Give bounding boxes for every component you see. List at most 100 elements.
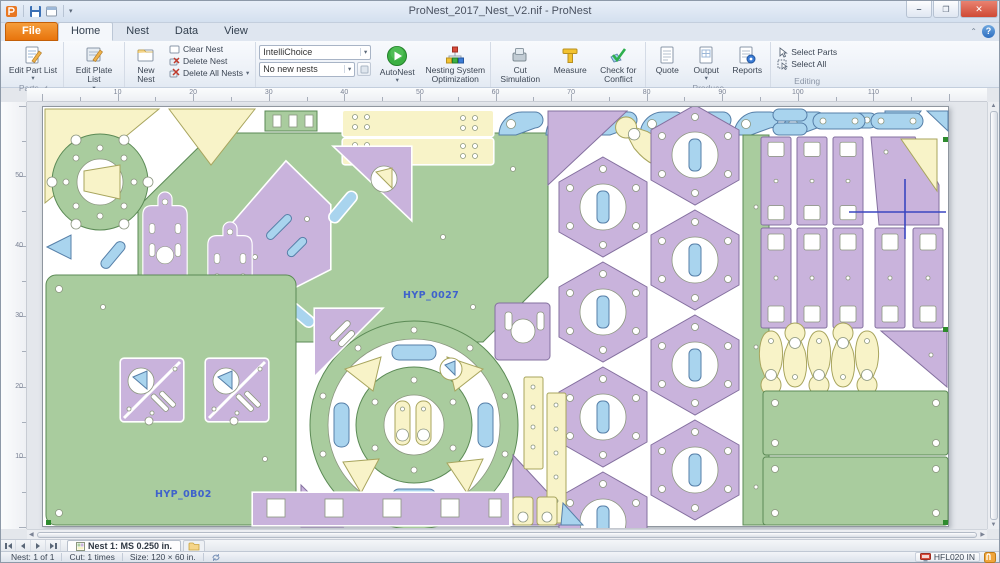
delete-all-nests-button[interactable]: Delete All Nests ▾	[166, 68, 252, 79]
pronest-window: ▾ ProNest_2017_Nest_V2.nif - ProNest Fil…	[0, 0, 1000, 563]
ribbon-tab-row: File Home Nest Data View	[1, 21, 999, 41]
new-nest-button[interactable]: New Nest	[128, 43, 164, 86]
nest-thumbnail-icon	[76, 541, 85, 551]
nest-drawing: HYP_0027 HYP_0B02	[44, 106, 949, 528]
dropdown-arrow-icon: ▾	[246, 70, 250, 78]
tab-data[interactable]: Data	[162, 22, 211, 41]
group-automatic-nesting: IntelliChoice ▾ No new nests ▾ AutoNest ▾ N…	[256, 41, 492, 96]
edit-part-list-icon	[25, 46, 42, 64]
nesting-system-optimization-button[interactable]: Nesting System Optimization	[423, 43, 487, 86]
vertical-ruler: 50 40 30 20 10	[1, 101, 27, 529]
cut-simulation-button[interactable]: Cut Simulation	[494, 43, 546, 86]
edit-part-list-button[interactable]: Edit Part List ▾	[6, 43, 60, 83]
check-for-conflict-button[interactable]: Check for Conflict	[594, 43, 642, 86]
nest-tab-bar: Nest 1: MS 0.250 in.	[1, 539, 999, 551]
group-nests: New Nest Clear Nest Delete Nest Delete A…	[125, 41, 257, 96]
tab-home[interactable]: Home	[57, 21, 114, 41]
pronest-tray-icon[interactable]	[984, 551, 996, 563]
quick-access-toolbar: ▾	[1, 5, 73, 18]
scroll-right-icon[interactable]: ▶	[978, 530, 987, 539]
edit-plate-list-button[interactable]: Edit Plate List▾	[67, 43, 121, 93]
select-parts-button[interactable]: Select Parts	[774, 46, 840, 58]
chevron-down-icon: ▾	[360, 48, 367, 57]
collapse-ribbon-icon[interactable]	[970, 27, 977, 36]
plate[interactable]: HYP_0027 HYP_0B02	[42, 105, 949, 528]
scroll-down-icon[interactable]: ▼	[989, 521, 999, 529]
vertical-scrollbar[interactable]: ▲ ▼	[987, 101, 999, 529]
edit-plate-list-icon	[86, 47, 103, 62]
divider	[63, 5, 64, 18]
save-icon[interactable]	[29, 5, 42, 18]
clear-nest-icon	[169, 45, 180, 54]
select-parts-cursor-icon	[779, 46, 789, 58]
scroll-up-icon[interactable]: ▲	[989, 102, 999, 110]
cut-simulation-icon	[512, 47, 527, 62]
title-bar: ▾ ProNest_2017_Nest_V2.nif - ProNest	[1, 1, 999, 23]
qat-dropdown-icon[interactable]: ▾	[69, 7, 73, 15]
group-verify: Cut Simulation Measure Check for Conflic…	[491, 41, 647, 96]
delete-nest-button[interactable]: Delete Nest	[166, 56, 252, 67]
autonest-button[interactable]: AutoNest ▾	[373, 43, 421, 85]
quote-button[interactable]: Quote	[649, 43, 685, 76]
nest-label-hyp0027: HYP_0027	[403, 290, 459, 301]
sync-icon	[212, 553, 220, 561]
window-controls	[906, 1, 999, 22]
status-plate-size: Size: 120 × 60 in.	[129, 552, 196, 562]
nest-label-hyp0b02: HYP_0B02	[155, 489, 212, 500]
previous-nest-button[interactable]	[16, 540, 31, 551]
refresh-status-button[interactable]	[204, 553, 228, 562]
export-icon[interactable]	[45, 5, 58, 18]
reports-button[interactable]: Reports	[727, 43, 767, 76]
tab-nest[interactable]: Nest	[113, 22, 162, 41]
output-icon	[699, 46, 713, 64]
select-all-icon	[777, 59, 789, 70]
dropdown-arrow-icon: ▾	[704, 75, 708, 83]
group-plates: Edit Plate List▾ Plates	[64, 41, 125, 103]
autonest-play-icon	[387, 45, 408, 66]
output-button[interactable]: Output ▾	[687, 43, 725, 83]
quote-icon	[660, 46, 674, 64]
reports-icon	[739, 46, 756, 64]
clear-nest-button[interactable]: Clear Nest	[166, 44, 252, 55]
horizontal-ruler: 10 20 30 40 50 60 70 80 90 100 110	[27, 87, 987, 102]
scroll-left-icon[interactable]: ◀	[27, 530, 36, 539]
delete-all-nests-icon	[169, 68, 180, 78]
first-nest-button[interactable]	[1, 540, 16, 551]
restore-button[interactable]	[933, 1, 959, 18]
new-nest-tab-button[interactable]	[183, 540, 206, 551]
nest-tab-active[interactable]: Nest 1: MS 0.250 in.	[67, 540, 182, 551]
status-cut-times: Cut: 1 times	[69, 552, 115, 562]
select-all-button[interactable]: Select All	[774, 59, 840, 70]
close-button[interactable]	[960, 1, 998, 18]
dropdown-arrow-icon: ▾	[395, 77, 399, 85]
machine-icon	[919, 552, 931, 561]
divider	[23, 5, 24, 18]
ribbon-utilities	[970, 24, 995, 38]
measure-icon	[562, 48, 578, 63]
machine-selector-button[interactable]: HFL020 IN	[914, 552, 980, 562]
machine-name: HFL020 IN	[933, 552, 975, 562]
new-nest-tab-icon	[188, 542, 200, 550]
workspace: 10 20 30 40 50 60 70 80 90 100 110 50 40 30 20 10	[1, 87, 999, 539]
last-nest-button[interactable]	[46, 540, 61, 551]
nest-canvas[interactable]: HYP_0027 HYP_0B02	[27, 101, 987, 529]
status-bar: Nest: 1 of 1 Cut: 1 times Size: 120 × 60…	[1, 551, 999, 563]
file-menu-button[interactable]: File	[5, 21, 58, 41]
minimize-button[interactable]	[906, 1, 932, 18]
dropdown-arrow-icon: ▾	[31, 75, 35, 83]
vertical-scroll-thumb[interactable]	[989, 110, 998, 520]
horizontal-scroll-thumb[interactable]	[36, 531, 978, 538]
tab-view[interactable]: View	[211, 22, 261, 41]
nesting-mode-combobox[interactable]: No new nests ▾	[259, 61, 356, 77]
help-icon[interactable]	[982, 24, 995, 38]
next-nest-button[interactable]	[31, 540, 46, 551]
nesting-settings-button[interactable]	[357, 62, 372, 77]
measure-button[interactable]: Measure	[548, 43, 592, 76]
strategy-combobox[interactable]: IntelliChoice ▾	[259, 44, 372, 60]
new-nest-icon	[137, 49, 154, 62]
settings-mini-icon	[360, 65, 369, 74]
group-parts: Edit Part List▾ Parts◢	[3, 41, 64, 93]
pronest-logo-icon[interactable]	[5, 5, 18, 18]
status-nest-count: Nest: 1 of 1	[11, 552, 55, 562]
horizontal-scrollbar[interactable]: ◀ ▶	[27, 529, 987, 539]
